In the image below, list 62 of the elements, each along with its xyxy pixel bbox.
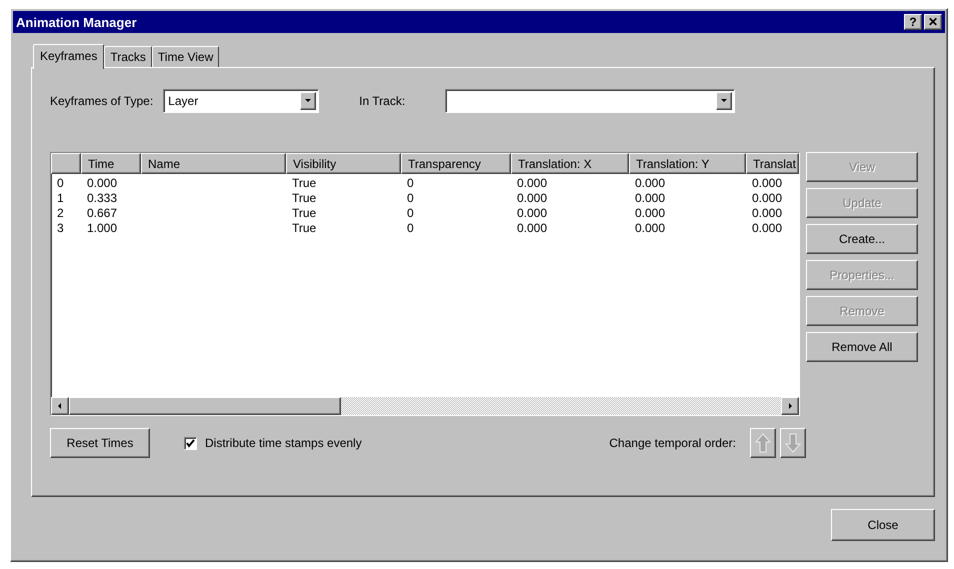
column-header[interactable]: Translation: Y bbox=[629, 153, 746, 174]
dropdown-arrow-icon bbox=[720, 97, 728, 105]
table-cell-text: 0.000 bbox=[516, 176, 548, 191]
checkbox[interactable] bbox=[184, 436, 197, 450]
scroll-thumb[interactable] bbox=[69, 397, 341, 415]
table-cell-text: 0.000 bbox=[516, 221, 548, 236]
check-icon bbox=[186, 438, 195, 448]
table-cell-text: 0.000 bbox=[86, 176, 118, 191]
close-dialog-button[interactable]: Close bbox=[831, 509, 935, 541]
type-dropdown[interactable]: Layer bbox=[163, 89, 320, 113]
order-label: Change temporal order: bbox=[609, 436, 736, 450]
table-cell-text: 0.000 bbox=[751, 191, 784, 206]
column-header[interactable]: Translation: X bbox=[511, 153, 629, 174]
tab[interactable]: Tracks bbox=[104, 46, 152, 67]
table-cell-text: True bbox=[291, 221, 318, 236]
table-cell-text: 0.000 bbox=[516, 191, 548, 206]
track-dropdown[interactable] bbox=[445, 89, 736, 113]
down-arrow-icon bbox=[785, 433, 801, 453]
table-cell-text: 2 bbox=[56, 206, 65, 221]
field-label: Keyframes of Type: bbox=[50, 94, 154, 108]
table-cell-text: 0.000 bbox=[634, 206, 666, 221]
table-cell-text: 0 bbox=[56, 176, 65, 191]
horizontal-scrollbar[interactable] bbox=[51, 397, 799, 415]
action-button[interactable]: Remove All bbox=[806, 332, 918, 362]
table-cell-text: 1 bbox=[56, 191, 65, 206]
table-cell-text: 0.000 bbox=[634, 221, 666, 236]
checkbox-label: Distribute time stamps evenly bbox=[205, 436, 362, 450]
field-label: In Track: bbox=[359, 94, 406, 108]
close-button[interactable]: ✕ bbox=[924, 14, 942, 30]
table-cell-text: 0.000 bbox=[751, 206, 784, 221]
table-cell-text: 0.000 bbox=[634, 191, 666, 206]
column-header[interactable]: Translat bbox=[746, 153, 799, 174]
table-cell-text: 1.000 bbox=[86, 221, 118, 236]
column-header[interactable]: Name bbox=[141, 153, 286, 174]
tab[interactable]: Keyframes bbox=[33, 44, 104, 69]
table-cell-text: 0 bbox=[406, 191, 415, 206]
dropdown-arrow-icon bbox=[304, 97, 312, 105]
column-header[interactable]: Transparency bbox=[401, 153, 511, 174]
window-title: Animation Manager bbox=[16, 14, 137, 30]
scroll-right-icon bbox=[786, 402, 794, 410]
action-button[interactable]: Create... bbox=[806, 224, 918, 254]
table-cell-text: True bbox=[291, 176, 318, 191]
table-cell-text: 0 bbox=[406, 176, 415, 191]
table-cell-text: 0.333 bbox=[86, 191, 118, 206]
reset-times-button[interactable]: Reset Times bbox=[50, 428, 150, 458]
table-cell-text: 0.000 bbox=[751, 221, 784, 236]
column-header[interactable]: Time bbox=[81, 153, 141, 174]
table-cell-text: 3 bbox=[56, 221, 65, 236]
tab[interactable]: Time View bbox=[152, 46, 220, 67]
up-arrow-icon bbox=[755, 433, 771, 453]
table-cell-text: 0.000 bbox=[516, 206, 548, 221]
column-header[interactable]: Visibility bbox=[286, 153, 401, 174]
table-cell-text: 0.000 bbox=[751, 176, 784, 191]
table-cell-text: 0 bbox=[406, 221, 415, 236]
column-header[interactable] bbox=[51, 153, 81, 174]
table-cell-text: 0.667 bbox=[86, 206, 118, 221]
table-cell-text: 0 bbox=[406, 206, 415, 221]
scroll-left-icon bbox=[56, 402, 64, 410]
table-cell-text: True bbox=[291, 206, 318, 221]
table-cell-text: True bbox=[291, 191, 318, 206]
help-button[interactable]: ? bbox=[904, 14, 922, 30]
table-cell-text: 0.000 bbox=[634, 176, 666, 191]
